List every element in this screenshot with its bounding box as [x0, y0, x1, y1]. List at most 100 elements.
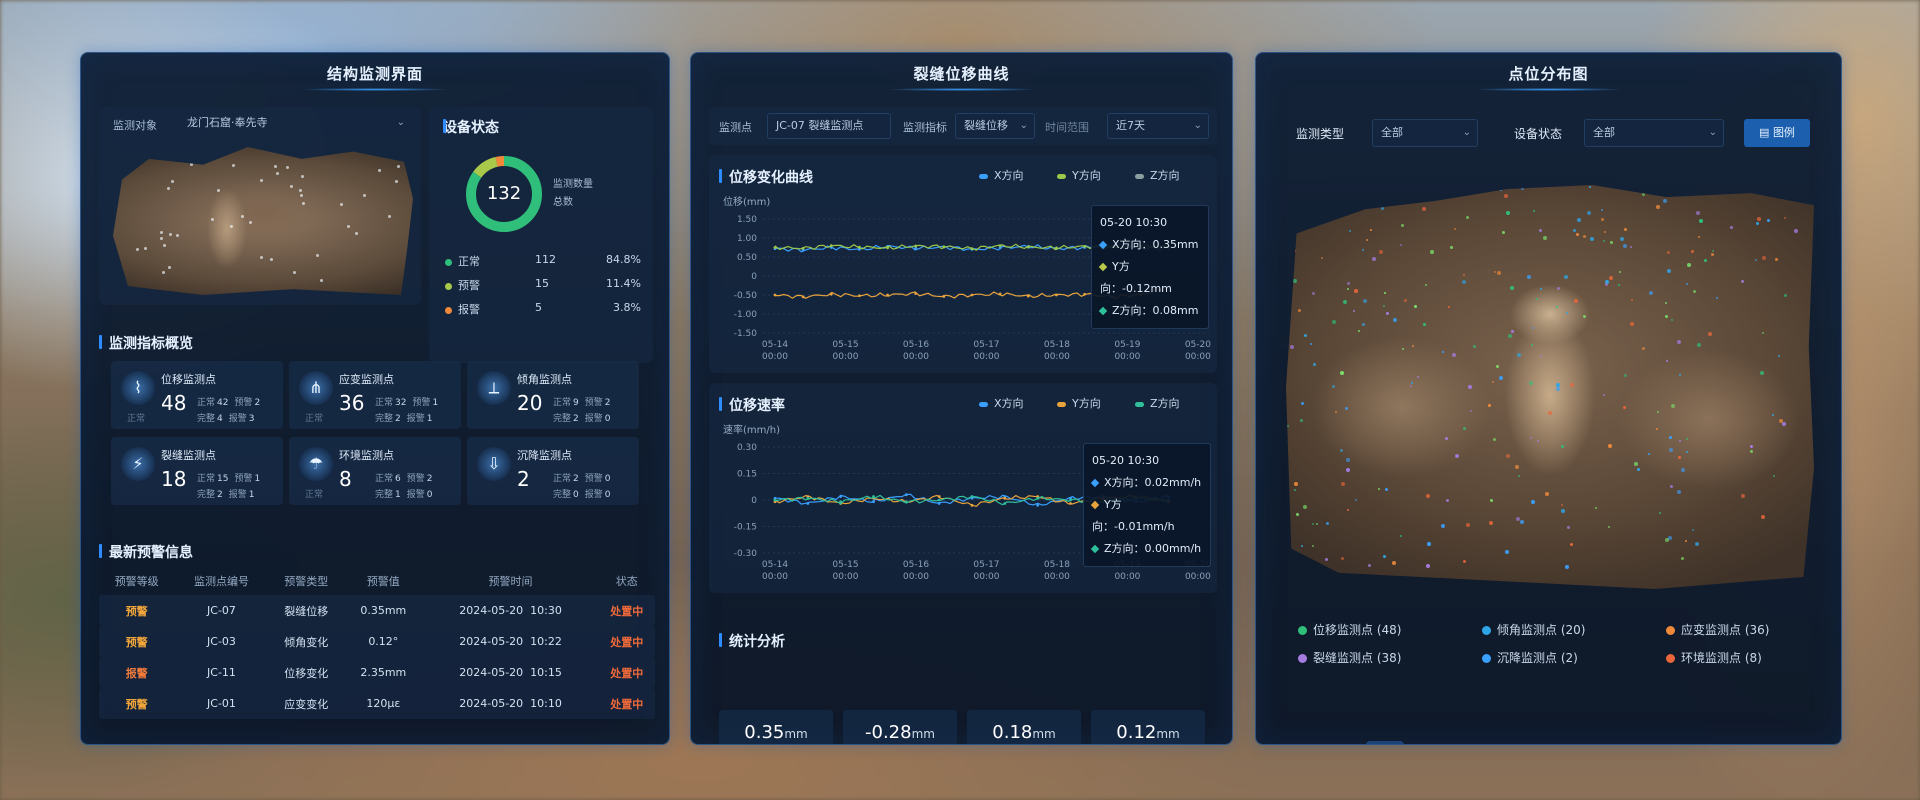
metric-name: 裂缝监测点 — [161, 449, 216, 462]
table-row[interactable]: 预警 JC-03 倾角变化 0.12° 2024-05-20 10:22 处置中 — [99, 626, 655, 657]
legend-item[interactable]: X方向 — [979, 167, 1024, 183]
point-legend-item[interactable]: 沉降监测点 (2) — [1482, 649, 1578, 666]
fullscreen-icon[interactable]: ⛶ — [1695, 741, 1733, 744]
monitor-point-marker — [1487, 403, 1491, 407]
table-row[interactable]: 预警 JC-01 应变变化 120με 2024-05-20 10:10 处置中 — [99, 688, 655, 719]
y-tick-label: -1.50 — [734, 329, 758, 339]
monitor-point-marker — [1468, 385, 1473, 390]
cube-icon[interactable]: ⬡ — [1601, 741, 1639, 744]
monitor-point-marker — [1566, 311, 1569, 314]
monitor-point-marker — [1341, 557, 1345, 561]
metric-select[interactable]: 裂缝位移 ⌄ — [955, 113, 1035, 139]
monitor-point-marker — [1303, 334, 1307, 338]
home-icon[interactable]: ⌂ — [1648, 741, 1686, 744]
stats-title: 统计分析 — [719, 631, 785, 651]
monitor-point-marker — [387, 215, 391, 219]
monitor-point-marker — [1750, 445, 1754, 449]
undo-icon[interactable]: ↶ — [1507, 741, 1545, 744]
metric-card[interactable]: ⌇ 位移监测点 48 正常 42 预警 2 完整 4 报警 3 正常 — [111, 361, 283, 429]
zoom-in-icon[interactable]: ⊕ — [1554, 741, 1592, 744]
x-tick-label: 00:00 — [973, 352, 999, 362]
grotto-point-cloud-map[interactable] — [1286, 185, 1814, 589]
monitor-point-marker — [1556, 287, 1560, 291]
data-point — [1026, 245, 1030, 249]
monitor-point-marker — [1603, 231, 1606, 234]
monitor-point-marker — [260, 178, 264, 182]
type-select[interactable]: 全部 ⌄ — [1372, 119, 1478, 147]
data-point — [1083, 292, 1086, 296]
monitor-point-marker — [1447, 305, 1450, 308]
x-tick-label: 00:00 — [1185, 352, 1211, 362]
point-legend-item[interactable]: 倾角监测点 (20) — [1482, 621, 1585, 638]
metric-sub-line-1: 正常 9 预警 2 — [553, 398, 611, 408]
alert-type: 倾角变化 — [268, 626, 344, 657]
table-row[interactable]: 报警 JC-11 位移变化 2.35mm 2024-05-20 10:15 处置中 — [99, 657, 655, 688]
stat-value: 0.35mm — [744, 722, 808, 743]
alert-status[interactable]: 处置中 — [598, 595, 655, 626]
rotate-icon[interactable]: ⟳ — [1413, 741, 1451, 744]
monitor-point-marker — [1711, 249, 1714, 252]
crack-displacement-panel: 裂缝位移曲线 监测点 JC-07 裂缝监测点 监测指标 裂缝位移 ⌄ 时间范围 … — [690, 52, 1233, 745]
monitor-point-marker — [1608, 443, 1613, 448]
monitor-point-marker — [346, 225, 350, 229]
monitor-point-marker — [1500, 189, 1503, 192]
alert-status[interactable]: 处置中 — [598, 688, 655, 719]
status-select[interactable]: 全部 ⌄ — [1584, 119, 1724, 147]
data-point — [839, 495, 843, 498]
displacement-chart-title: 位移变化曲线 — [719, 167, 813, 187]
data-point — [1003, 496, 1007, 500]
alert-value: 120με — [343, 688, 423, 719]
metric-card[interactable]: ⋔ 应变监测点 36 正常 32 预警 1 完整 2 报警 1 正常 — [289, 361, 461, 429]
metric-card[interactable]: ⟂ 倾角监测点 20 正常 9 预警 2 完整 2 报警 0 — [467, 361, 639, 429]
monitor-point-marker — [378, 169, 382, 173]
monitor-point-marker — [163, 243, 167, 247]
point-legend-item[interactable]: 环境监测点 (8) — [1666, 649, 1762, 666]
data-point — [1069, 498, 1072, 502]
y-axis-label: 位移(mm) — [723, 195, 770, 208]
pointer-icon[interactable]: ☝ — [1366, 741, 1404, 744]
metric-card[interactable]: ⇩ 沉降监测点 2 正常 2 预警 0 完整 0 报警 0 — [467, 437, 639, 505]
monitor-point-marker — [1501, 231, 1505, 235]
monitor-point-marker — [1778, 354, 1781, 357]
monitor-object-select[interactable]: 龙门石窟·奉先寺 ⌄ — [179, 111, 411, 137]
monitor-point-marker — [1331, 320, 1336, 325]
legend-button[interactable]: ▤ 图例 — [1744, 119, 1810, 147]
monitor-point-marker — [1510, 329, 1514, 333]
monitor-point-marker — [1347, 282, 1351, 286]
zoom-out-icon[interactable]: ⊖ — [1460, 741, 1498, 744]
rate-chart-title: 位移速率 — [719, 395, 785, 415]
chevron-down-icon: ⌄ — [396, 117, 405, 128]
point-select[interactable]: JC-07 裂缝监测点 — [767, 113, 891, 139]
monitor-point-marker — [1413, 304, 1417, 308]
legend-item[interactable]: Y方向 — [1057, 395, 1101, 411]
alert-status[interactable]: 处置中 — [598, 657, 655, 688]
monitor-point-marker — [1570, 382, 1575, 387]
legend-item[interactable]: Z方向 — [1135, 395, 1180, 411]
alert-type: 位移变化 — [268, 657, 344, 688]
monitor-point-marker — [320, 278, 323, 282]
alert-status[interactable]: 处置中 — [598, 626, 655, 657]
legend-item[interactable]: X方向 — [979, 395, 1024, 411]
monitor-point-marker — [211, 217, 215, 221]
point-legend-item[interactable]: 应变监测点 (36) — [1666, 621, 1769, 638]
monitor-point-marker — [1686, 437, 1689, 440]
point-legend-item[interactable]: 位移监测点 (48) — [1298, 621, 1401, 638]
metric-card[interactable]: ☂ 环境监测点 8 正常 6 预警 2 完整 1 报警 0 正常 — [289, 437, 461, 505]
monitor-point-marker — [1400, 223, 1404, 227]
chevron-down-icon: ⌄ — [1708, 127, 1717, 138]
point-legend-item[interactable]: 裂缝监测点 (38) — [1298, 649, 1401, 666]
range-select[interactable]: 近7天 ⌄ — [1107, 113, 1209, 139]
metric-card[interactable]: ⚡ 裂缝监测点 18 正常 15 预警 1 完整 2 报警 1 — [111, 437, 283, 505]
data-point — [858, 245, 861, 249]
monitor-point-marker — [1539, 229, 1543, 233]
monitor-point-marker — [276, 172, 280, 176]
table-row[interactable]: 预警 JC-07 裂缝位移 0.35mm 2024-05-20 10:30 处置中 — [99, 595, 655, 626]
monitor-point-marker — [1462, 426, 1466, 430]
x-tick-label: 05-15 — [832, 340, 858, 350]
legend-item[interactable]: Y方向 — [1057, 167, 1101, 183]
monitor-point-marker — [1354, 189, 1357, 192]
legend-item[interactable]: Z方向 — [1135, 167, 1180, 183]
monitor-point-marker — [1401, 348, 1404, 351]
grotto-3d-model[interactable] — [113, 147, 413, 295]
monitor-point-marker — [1536, 439, 1539, 442]
